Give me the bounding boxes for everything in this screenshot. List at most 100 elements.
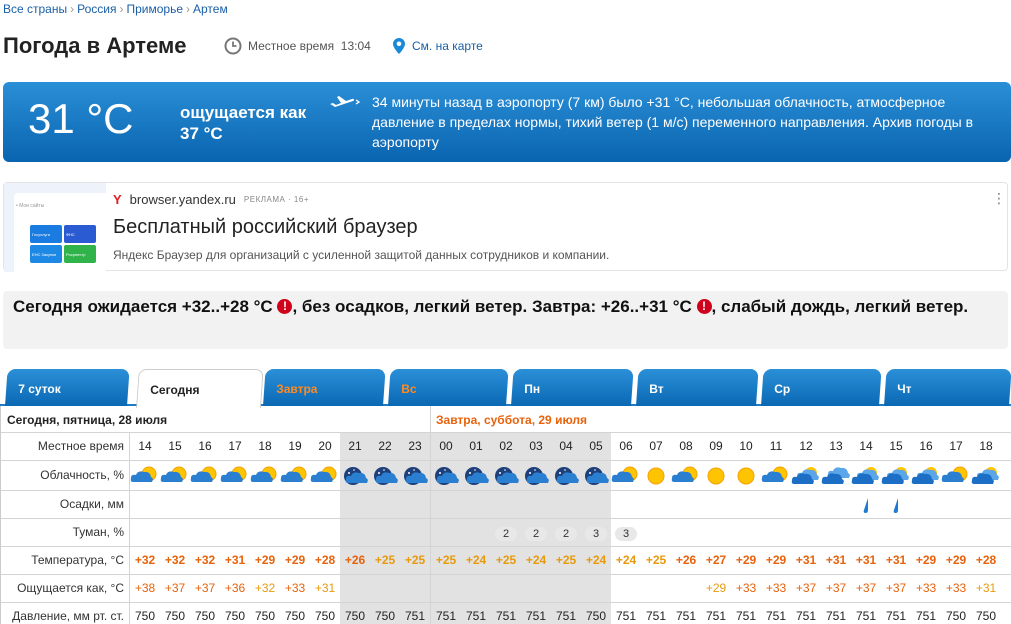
moon-cloud-icon	[581, 465, 611, 487]
feels-like-cell: +37	[795, 581, 817, 595]
temperature-cell: +24	[585, 553, 607, 567]
hour-cell: 23	[408, 439, 422, 453]
pressure-cell: 751	[404, 609, 426, 623]
breadcrumb-item[interactable]: Приморье	[126, 2, 183, 16]
pressure-cell: 750	[194, 609, 216, 623]
row-label: Осадки, мм	[59, 497, 124, 511]
more-vertical-icon[interactable]: ⋮	[992, 190, 1006, 207]
yandex-logo-icon: Y	[113, 192, 122, 207]
ad-text: Яндекс Браузер для организаций с усиленн…	[113, 248, 610, 262]
breadcrumb-item[interactable]: Артем	[193, 2, 228, 16]
hour-cell: 08	[679, 439, 693, 453]
hourly-forecast-table: Сегодня, пятница, 28 июля Завтра, суббота…	[0, 406, 1011, 624]
warning-icon[interactable]: !	[696, 299, 712, 314]
breadcrumb-item[interactable]: Все страны	[3, 2, 67, 16]
pressure-cell: 751	[765, 609, 787, 623]
row-label: Местное время	[37, 439, 124, 453]
temperature-cell: +28	[975, 553, 997, 567]
temperature-cell: +31	[825, 553, 847, 567]
temperature-cell: +31	[885, 553, 907, 567]
pressure-cell: 750	[134, 609, 156, 623]
map-link[interactable]: См. на карте	[392, 37, 483, 55]
tab-6[interactable]: Ср	[761, 369, 882, 406]
moon-cloud-icon	[461, 465, 491, 487]
sun-cloud-icon	[611, 465, 641, 487]
hour-cell: 19	[288, 439, 302, 453]
temperature-cell: +31	[795, 553, 817, 567]
moon-cloud-icon	[400, 465, 430, 487]
hour-cell: 01	[469, 439, 483, 453]
moon-cloud-icon	[370, 465, 400, 487]
fog-value: 3	[615, 527, 637, 541]
breadcrumb-separator: ›	[186, 2, 190, 16]
temperature-cell: +25	[404, 553, 426, 567]
hour-cell: 09	[709, 439, 723, 453]
temperature-cell: +31	[855, 553, 877, 567]
fog-value: 2	[525, 527, 547, 541]
warning-icon[interactable]: !	[277, 299, 293, 314]
tab-label: Вт	[649, 382, 664, 396]
ad-banner[interactable]: • Мои сайты Госуслуги ФНС ЕНС Закупки Ро…	[3, 182, 1008, 272]
feels-like-cell: +31	[975, 581, 997, 595]
tab-1[interactable]: Сегодня	[136, 369, 264, 408]
pressure-cell: 750	[254, 609, 276, 623]
hour-cell: 12	[799, 439, 813, 453]
hour-cell: 02	[499, 439, 513, 453]
pressure-cell: 750	[585, 609, 607, 623]
page-title: Погода в Артеме	[3, 33, 187, 58]
tab-5[interactable]: Вт	[636, 369, 759, 406]
hour-cell: 21	[348, 439, 362, 453]
hour-cell: 22	[378, 439, 392, 453]
pressure-cell: 751	[465, 609, 487, 623]
sun-clouds-icon	[911, 465, 941, 487]
pressure-cell: 751	[435, 609, 457, 623]
sun-cloud-icon	[761, 465, 791, 487]
tab-label: Сегодня	[150, 383, 200, 397]
feels-like-cell: +37	[855, 581, 877, 595]
temperature-cell: +25	[495, 553, 517, 567]
row-label: Ощущается как, °C	[17, 581, 124, 595]
hour-cell: 11	[769, 439, 783, 453]
pressure-cell: 750	[284, 609, 306, 623]
moon-cloud-icon	[431, 465, 461, 487]
feels-like-cell: +37	[194, 581, 216, 595]
sun-clouds-icon	[881, 465, 911, 487]
feels-like-cell: +37	[885, 581, 907, 595]
ad-headline[interactable]: Бесплатный российский браузер	[113, 216, 418, 239]
breadcrumb-item[interactable]: Россия	[77, 2, 116, 16]
summary-end: , слабый дождь, легкий ветер.	[711, 297, 969, 316]
tab-7[interactable]: Чт	[884, 369, 1011, 406]
temperature-cell: +25	[435, 553, 457, 567]
hour-cell: 18	[979, 439, 993, 453]
day-header: Завтра, суббота, 29 июля	[436, 413, 588, 427]
clouds-icon	[821, 465, 851, 487]
raindrop-icon	[881, 495, 911, 517]
hour-cell: 17	[949, 439, 963, 453]
pressure-cell: 751	[855, 609, 877, 623]
row-cloud: Облачность, %	[1, 460, 1011, 490]
ad-domain-text: browser.yandex.ru	[129, 192, 236, 207]
hour-cell: 20	[318, 439, 332, 453]
pressure-cell: 751	[645, 609, 667, 623]
pressure-cell: 751	[825, 609, 847, 623]
pressure-cell: 751	[735, 609, 757, 623]
tab-0[interactable]: 7 суток	[5, 369, 130, 406]
local-time-label: Местное время	[248, 39, 335, 53]
sun-clouds-icon	[791, 465, 821, 487]
pressure-cell: 750	[314, 609, 336, 623]
fog-cell: 3	[611, 526, 641, 541]
tab-2[interactable]: Завтра	[263, 369, 386, 406]
tab-4[interactable]: Пн	[511, 369, 634, 406]
sun-cloud-icon	[130, 465, 160, 487]
breadcrumb: Все страны › Россия › Приморье › Артем	[3, 2, 228, 16]
hour-cell: 14	[138, 439, 152, 453]
pressure-cell: 750	[374, 609, 396, 623]
feels-like-cell: +37	[825, 581, 847, 595]
pressure-cell: 751	[555, 609, 577, 623]
hour-cell: 16	[919, 439, 933, 453]
airport-observation-link[interactable]: 34 минуты назад в аэропорту (7 км) было …	[372, 92, 997, 152]
tab-3[interactable]: Вс	[388, 369, 509, 406]
map-pin-icon	[393, 38, 405, 54]
sun-clouds-icon	[851, 465, 881, 487]
temperature-cell: +24	[615, 553, 637, 567]
